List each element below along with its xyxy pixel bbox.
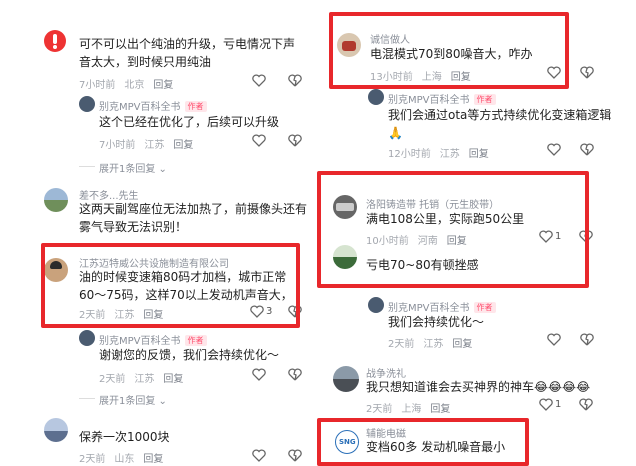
avatar[interactable] xyxy=(44,30,66,52)
clap-emoji: 🙏 xyxy=(388,126,403,140)
broken-heart-icon[interactable] xyxy=(288,74,302,87)
avatar[interactable] xyxy=(368,89,384,105)
broken-heart-icon[interactable] xyxy=(580,143,594,156)
reply-text: 我们会通过ota等方式持续优化变速箱逻辑 🙏 xyxy=(388,108,612,140)
heart-icon[interactable] xyxy=(252,368,266,381)
expand-replies-button[interactable]: 展开1条回复 ⌄ xyxy=(99,392,167,407)
reply-text: 我们会持续优化～ xyxy=(388,315,485,329)
author-tag: 作者 xyxy=(184,101,207,112)
heart-icon[interactable] xyxy=(539,398,553,411)
avatar[interactable] xyxy=(44,418,68,442)
reply-meta: 7小时前 江苏 回复 xyxy=(99,140,194,151)
author-tag: 作者 xyxy=(473,302,496,313)
reply-button[interactable]: 回复 xyxy=(163,374,183,385)
broken-heart-icon[interactable] xyxy=(288,449,302,462)
heart-icon[interactable] xyxy=(252,449,266,462)
highlight-box xyxy=(317,418,529,466)
comment-meta: 2天前 上海 回复 xyxy=(366,404,451,415)
highlight-box xyxy=(317,171,589,288)
author-name[interactable]: 别克MPV百科全书 作者 xyxy=(388,299,496,314)
broken-heart-icon[interactable] xyxy=(579,398,593,411)
avatar[interactable] xyxy=(44,188,68,212)
reply-button[interactable]: 回复 xyxy=(153,80,173,91)
comment-text: 可不可以出个纯油的升级，亏电情况下声音太大，到时候只用纯油 xyxy=(79,37,296,69)
reply-meta: 2天前 江苏 回复 xyxy=(388,339,473,350)
highlight-box xyxy=(329,12,569,89)
reply-button[interactable]: 回复 xyxy=(452,339,472,350)
comment-meta: 7小时前 北京 回复 xyxy=(79,80,174,91)
comment-text: 这两天副驾座位无法加热了，前摄像头还有雾气导致无法识别！ xyxy=(79,202,308,234)
broken-heart-icon[interactable] xyxy=(288,134,302,147)
reply-text: 这个已经在优化了，后续可以升级 xyxy=(99,115,280,129)
expand-replies-button[interactable]: 展开1条回复 ⌄ xyxy=(99,160,167,175)
comment-text: 保养一次1000块 xyxy=(79,430,170,444)
heart-icon[interactable] xyxy=(252,74,266,87)
reply-button[interactable]: 回复 xyxy=(173,140,193,151)
reply-button[interactable]: 回复 xyxy=(469,149,489,160)
author-name[interactable]: 别克MPV百科全书 作者 xyxy=(99,98,207,113)
left-comment-panel: 可不可以出个纯油的升级，亏电情况下声音太大，到时候只用纯油 7小时前 北京 回复 别… xyxy=(0,0,313,465)
divider xyxy=(79,398,95,399)
author-name[interactable]: 别克MPV百科全书 作者 xyxy=(388,91,496,106)
reply-meta: 2天前 江苏 回复 xyxy=(99,374,184,385)
reply-meta: 12小时前 江苏 回复 xyxy=(388,149,489,160)
broken-heart-icon[interactable] xyxy=(288,368,302,381)
heart-icon[interactable] xyxy=(252,134,266,147)
author-tag: 作者 xyxy=(473,94,496,105)
author-name[interactable]: 别克MPV百科全书 作者 xyxy=(99,332,207,347)
avatar[interactable] xyxy=(79,330,95,346)
highlight-box xyxy=(41,243,300,328)
like-count: 1 xyxy=(555,399,562,410)
broken-heart-icon[interactable] xyxy=(580,66,594,79)
divider xyxy=(79,166,95,167)
reply-text: 谢谢您的反馈，我们会持续优化～ xyxy=(99,348,280,362)
broken-heart-icon[interactable] xyxy=(580,333,594,346)
reply-button[interactable]: 回复 xyxy=(430,404,450,415)
avatar[interactable] xyxy=(368,297,384,313)
avatar[interactable] xyxy=(79,96,95,112)
comment-text: 我只想知道谁会去买神界的神车😂😂😂😂 xyxy=(366,380,591,394)
avatar[interactable] xyxy=(333,366,359,392)
laughing-emoji: 😂😂😂😂 xyxy=(534,380,591,394)
author-tag: 作者 xyxy=(184,335,207,346)
heart-icon[interactable] xyxy=(547,333,561,346)
comment-meta: 2天前 山东 回复 xyxy=(79,454,164,465)
right-comment-panel: 诚信做人 电混模式70到80噪音大，咋办 13小时前 上海 回复 别克MPV百科全书… xyxy=(317,0,636,466)
heart-icon[interactable] xyxy=(547,143,561,156)
